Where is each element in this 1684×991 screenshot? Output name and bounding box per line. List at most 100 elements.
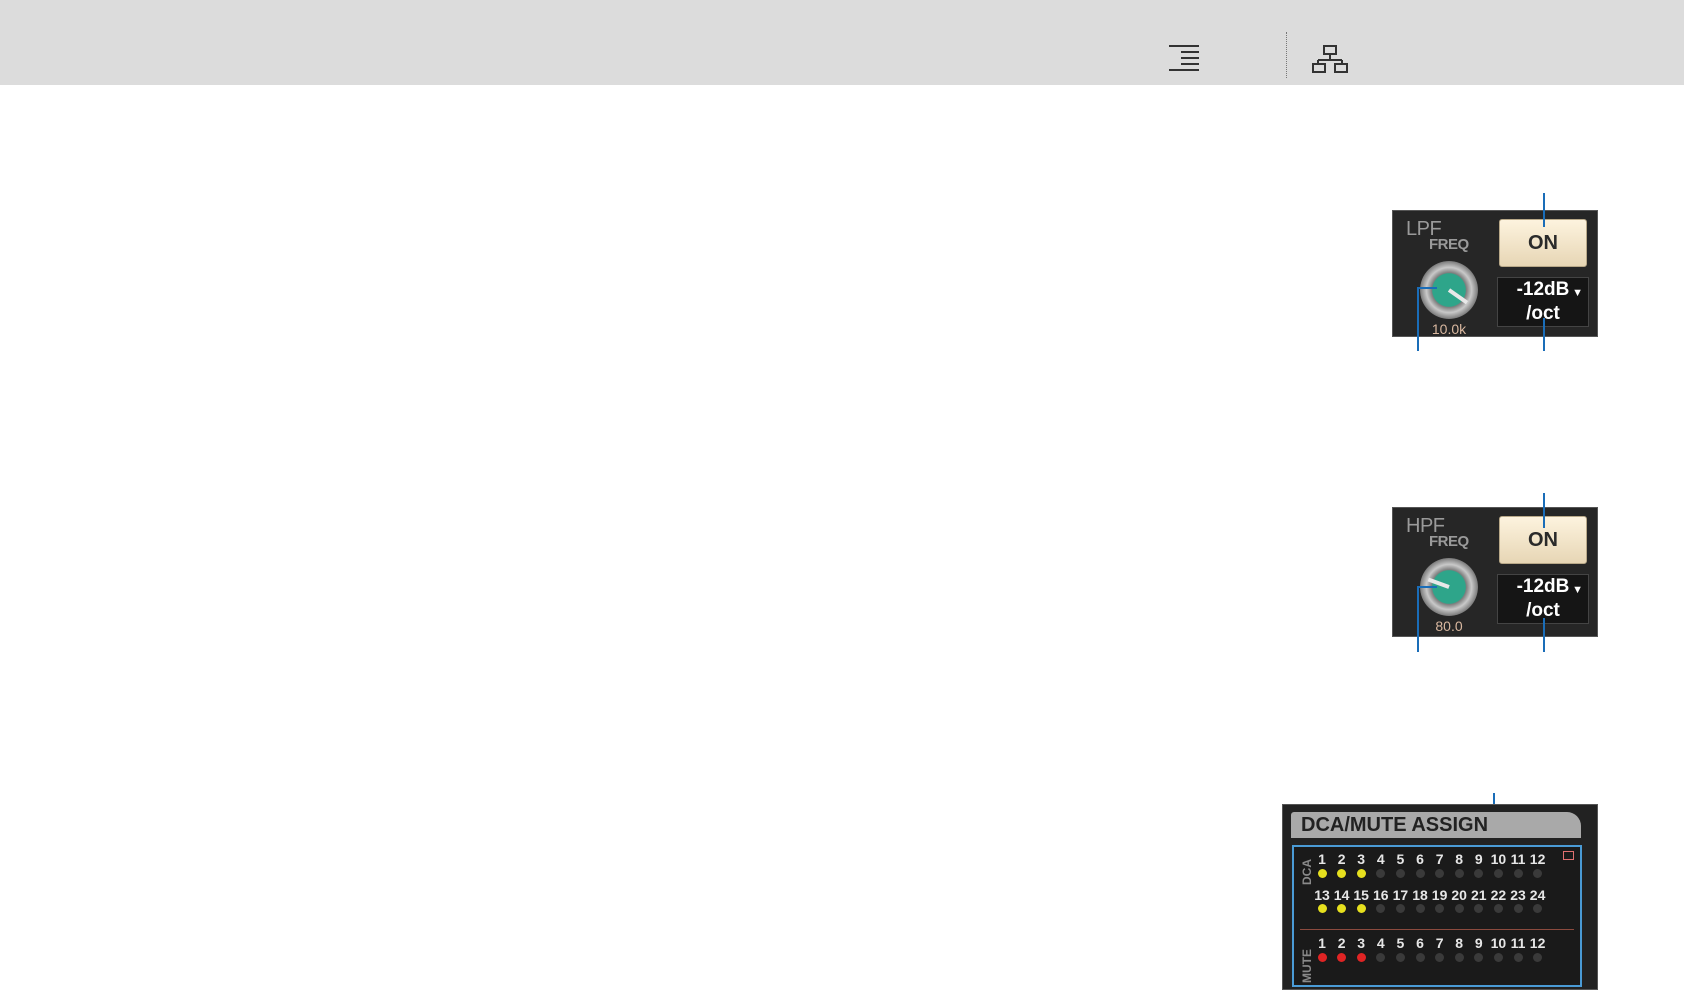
dca-number: 13 [1314, 887, 1330, 903]
dca-number: 17 [1392, 887, 1409, 903]
dropdown-arrow-icon: ▼ [1572, 584, 1583, 596]
dca-number: 7 [1435, 851, 1444, 867]
dca-led [1454, 869, 1464, 878]
hpf-knob-callout [1417, 587, 1419, 652]
dca-number: 4 [1376, 851, 1385, 867]
dca-led [1474, 904, 1484, 913]
hpf-on-callout [1543, 493, 1545, 528]
dca-mute-separator [1300, 929, 1574, 930]
dca-led [1513, 904, 1523, 913]
dca-led [1337, 869, 1347, 878]
dca-number: 5 [1396, 851, 1405, 867]
lpf-on-callout [1543, 193, 1545, 227]
dca-number: 12 [1529, 851, 1546, 867]
mute-number: 8 [1455, 935, 1464, 951]
expand-icon[interactable] [1563, 851, 1574, 860]
mute-number: 2 [1337, 935, 1346, 951]
mute-led [1317, 953, 1327, 962]
dca-number: 15 [1353, 887, 1369, 903]
hierarchy-icon[interactable] [1312, 44, 1348, 74]
align-right-icon[interactable] [1167, 44, 1201, 72]
lpf-slope-callout [1543, 318, 1545, 351]
dca-led [1415, 869, 1425, 878]
dca-number: 19 [1431, 887, 1448, 903]
dca-led [1356, 869, 1366, 878]
mute-led [1474, 953, 1484, 962]
dca-led [1533, 869, 1543, 878]
dca-mute-assign-panel: DCA/MUTE ASSIGN DCA MUTE 1 2 3 4 5 6 7 8 9 10 11 12… [1282, 804, 1598, 990]
dca-led [1454, 904, 1464, 913]
dca-number: 11 [1510, 851, 1526, 867]
dca-led [1493, 904, 1503, 913]
mute-led [1454, 953, 1464, 962]
lpf-freq-knob[interactable] [1420, 261, 1478, 319]
dca-led [1317, 904, 1327, 913]
toolbar [0, 0, 1684, 85]
mute-number: 5 [1396, 935, 1405, 951]
mute-number: 12 [1529, 935, 1546, 951]
mute-number: 10 [1490, 935, 1507, 951]
dca-led [1376, 869, 1386, 878]
dca-number: 2 [1337, 851, 1346, 867]
mute-led [1376, 953, 1386, 962]
mute-led [1415, 953, 1425, 962]
hpf-slope-select[interactable]: ▼ -12dB /oct [1497, 574, 1589, 624]
dca-number: 23 [1510, 887, 1526, 903]
hpf-freq-label: FREQ [1429, 533, 1469, 550]
dca-number: 16 [1373, 887, 1389, 903]
mute-led [1513, 953, 1523, 962]
mute-number: 1 [1318, 935, 1326, 951]
dca-number: 22 [1490, 887, 1507, 903]
hpf-panel: HPF FREQ 80.0 ON ▼ -12dB /oct [1392, 507, 1598, 637]
dca-number: 18 [1412, 887, 1428, 903]
mute-led [1337, 953, 1347, 962]
dca-number: 24 [1529, 887, 1546, 903]
dca-number: 3 [1357, 851, 1366, 867]
dca-number: 1 [1318, 851, 1326, 867]
mute-led [1395, 953, 1405, 962]
dca-mute-assign-area[interactable]: DCA MUTE 1 2 3 4 5 6 7 8 9 10 11 12 13 14 15 16 17 18 19 20… [1292, 845, 1582, 987]
hpf-knob-callout-tick [1417, 586, 1437, 588]
mute-number: 4 [1376, 935, 1385, 951]
mute-number: 6 [1416, 935, 1424, 951]
dca-mute-title: DCA/MUTE ASSIGN [1291, 812, 1581, 838]
dca-number: 6 [1416, 851, 1424, 867]
dropdown-arrow-icon: ▼ [1572, 287, 1583, 299]
mute-led [1533, 953, 1543, 962]
lpf-knob-callout [1417, 288, 1419, 351]
dca-led [1356, 904, 1366, 913]
mute-number: 3 [1357, 935, 1366, 951]
dca-led [1337, 904, 1347, 913]
mute-led [1435, 953, 1445, 962]
lpf-panel: LPF FREQ 10.0k ON ▼ -12dB /oct [1392, 210, 1598, 337]
lpf-knob-callout-tick [1417, 287, 1437, 289]
mute-number: 11 [1510, 935, 1526, 951]
toolbar-divider [1286, 32, 1287, 78]
hpf-freq-value: 80.0 [1435, 618, 1463, 634]
dca-led [1474, 869, 1484, 878]
dca-led [1395, 904, 1405, 913]
mute-led [1356, 953, 1366, 962]
mute-number: 9 [1474, 935, 1483, 951]
lpf-freq-value: 10.0k [1431, 321, 1467, 337]
dca-led [1533, 904, 1543, 913]
dca-led [1435, 869, 1445, 878]
hpf-slope-callout [1543, 618, 1545, 652]
mute-number: 7 [1435, 935, 1444, 951]
dca-led [1513, 869, 1523, 878]
dca-led [1493, 869, 1503, 878]
dca-number: 14 [1333, 887, 1350, 903]
lpf-freq-label: FREQ [1429, 236, 1469, 253]
dca-led [1376, 904, 1386, 913]
dca-number: 10 [1490, 851, 1507, 867]
dca-led [1435, 904, 1445, 913]
dca-led [1317, 869, 1327, 878]
dca-number: 21 [1471, 887, 1487, 903]
dca-number: 20 [1451, 887, 1467, 903]
mute-led [1493, 953, 1503, 962]
mute-side-label: MUTE [1300, 949, 1314, 983]
dca-led [1415, 904, 1425, 913]
dca-led [1395, 869, 1405, 878]
dca-number: 8 [1455, 851, 1464, 867]
dca-number: 9 [1474, 851, 1483, 867]
